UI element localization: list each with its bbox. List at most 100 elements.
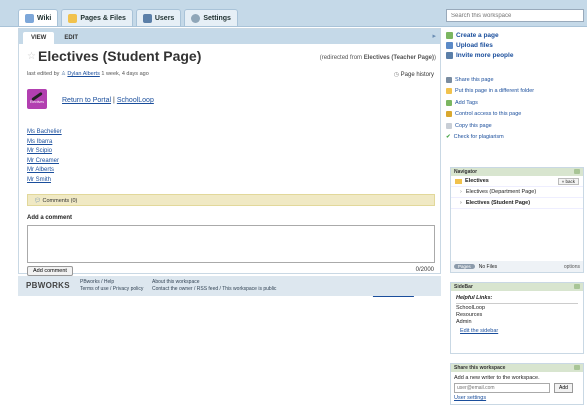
add-comment-label: Add a comment <box>27 215 73 221</box>
tab-label: Settings <box>203 14 231 22</box>
page-title: Electives (Student Page) <box>38 48 202 64</box>
helpful-links-heading: Helpful Links: <box>456 294 578 304</box>
control-access-link[interactable]: Control access to this page <box>446 109 584 121</box>
collapse-icon[interactable] <box>574 284 580 289</box>
footer-col-help: PBworks / Help Terms of use / Privacy po… <box>80 279 143 292</box>
share-prompt: Add a new writer to the workspace. <box>454 375 540 381</box>
redirect-prefix: (redirected from <box>319 55 363 61</box>
collapse-icon[interactable] <box>574 365 580 370</box>
collapse-icon[interactable] <box>574 169 580 174</box>
comment-textarea[interactable] <box>27 225 435 263</box>
user-settings-link[interactable]: User settings <box>454 395 486 401</box>
navigator-header: Navigator <box>451 168 583 176</box>
create-page-link[interactable]: Create a page <box>446 30 584 40</box>
primary-actions: Create a page Upload files Invite more p… <box>446 30 584 60</box>
edit-sidebar-link[interactable]: Edit the sidebar <box>460 328 498 334</box>
teacher-link[interactable]: Ms Ibarra <box>27 138 62 148</box>
folder-name: Electives <box>465 178 489 184</box>
navigator-widget: Navigator Electives « back Electives (De… <box>450 167 584 273</box>
action-label: Put this page in a different folder <box>455 88 535 95</box>
schoolloop-link[interactable]: SchoolLoop <box>117 97 154 104</box>
add-tags-link[interactable]: Add Tags <box>446 97 584 109</box>
action-label: Share this page <box>455 76 494 83</box>
view-edit-tabs: VIEW EDIT ▸ <box>19 29 440 44</box>
comments-toggle[interactable]: 💬︎ Comments (0) <box>27 194 435 206</box>
comment-icon: 💬︎ <box>34 198 41 204</box>
share-page-link[interactable]: Share this page <box>446 74 584 86</box>
tab-settings[interactable]: Settings <box>184 9 238 26</box>
tab-label: Users <box>154 14 175 22</box>
navigator-footer: Pages No Files options <box>451 261 583 272</box>
title-row: ☆ Electives (Student Page) (redirected f… <box>19 44 440 68</box>
star-icon[interactable]: ☆ <box>27 51 36 62</box>
action-label: Copy this page <box>455 122 492 129</box>
footer-terms-link[interactable]: Terms of use / Privacy policy <box>80 286 143 293</box>
upload-files-link[interactable]: Upload files <box>446 40 584 50</box>
add-writer-button[interactable]: Add <box>554 383 573 393</box>
clock-icon: ◷ <box>393 72 399 78</box>
files-tab[interactable]: No Files <box>479 264 497 270</box>
last-edited-user[interactable]: Dylan Alberts <box>67 71 99 77</box>
footer-contact-link[interactable]: Contact the owner / RSS feed / This work… <box>152 286 276 293</box>
invite-people-link[interactable]: Invite more people <box>446 50 584 60</box>
last-edited-time: 1 week, 4 days ago <box>101 71 149 77</box>
page-actions: Share this page Put this page in a diffe… <box>446 74 584 143</box>
email-field[interactable] <box>454 383 550 393</box>
users-icon <box>142 13 152 23</box>
navigator-item[interactable]: Electives (Student Page) <box>451 198 583 209</box>
action-label: Control access to this page <box>455 111 522 118</box>
navigator-title: Navigator <box>454 169 478 175</box>
move-folder-link[interactable]: Put this page in a different folder <box>446 86 584 98</box>
navigator-item[interactable]: Electives (Department Page) <box>451 187 583 198</box>
back-button[interactable]: « back <box>557 177 579 185</box>
teacher-link[interactable]: Mr Scipio <box>27 147 62 157</box>
teacher-link[interactable]: Mr Creamer <box>27 157 62 167</box>
tab-users[interactable]: Users <box>135 9 182 26</box>
page-add-icon <box>446 31 453 39</box>
tab-pages-files[interactable]: Pages & Files <box>61 9 133 26</box>
sidebar-title: SideBar <box>454 284 473 290</box>
share-body: Add a new writer to the workspace. Add U… <box>451 372 583 404</box>
check-icon: ✔ <box>446 134 451 141</box>
tab-wiki[interactable]: Wiki <box>18 9 59 26</box>
search-input[interactable] <box>446 9 584 22</box>
tab-view[interactable]: VIEW <box>23 32 55 44</box>
teacher-link[interactable]: Mr Alberts <box>27 166 62 176</box>
link-separator: | <box>113 97 115 104</box>
tab-label: Pages & Files <box>80 14 126 22</box>
action-label: Upload files <box>456 41 493 49</box>
sidebar-body: Helpful Links: SchoolLoop Resources Admi… <box>451 291 583 338</box>
sidebar-header: SideBar <box>451 283 583 291</box>
comments-label: Comments (0) <box>42 198 78 204</box>
users-icon <box>446 51 453 59</box>
collapse-arrow-icon[interactable]: ▸ <box>432 32 436 40</box>
sidebar-link[interactable]: Resources <box>456 312 578 319</box>
folder-icon <box>68 13 78 23</box>
action-label: Invite more people <box>456 51 514 59</box>
return-to-portal-link[interactable]: Return to Portal <box>62 97 111 104</box>
top-bar: Wiki Pages & Files Users Settings <box>0 0 587 27</box>
check-plagiarism-link[interactable]: ✔ Check for plagiarism <box>446 132 584 144</box>
copy-icon <box>446 122 452 129</box>
share-icon <box>446 76 452 83</box>
options-link[interactable]: options <box>564 264 580 270</box>
pbworks-logo: PBWORKS <box>26 281 70 290</box>
tab-edit[interactable]: EDIT <box>56 32 86 44</box>
teacher-link[interactable]: Mr Smith <box>27 176 62 186</box>
navigator-folder[interactable]: Electives « back <box>451 176 583 187</box>
folder-icon <box>446 88 452 95</box>
add-comment-button[interactable]: Add comment <box>27 266 73 276</box>
folder-icon <box>455 178 462 184</box>
page-history-link[interactable]: ◷ Page history <box>394 71 434 78</box>
action-label: Add Tags <box>455 99 478 106</box>
teacher-list: Ms Bachelier Ms Ibarra Mr Scipio Mr Crea… <box>27 128 62 185</box>
redirect-page: Electives (Teacher Page) <box>363 55 434 61</box>
copy-page-link[interactable]: Copy this page <box>446 120 584 132</box>
sidebar-link[interactable]: SchoolLoop <box>456 305 578 312</box>
sidebar-link[interactable]: Admin <box>456 319 578 326</box>
teacher-link[interactable]: Ms Bachelier <box>27 128 62 138</box>
share-title: Share this workspace <box>454 365 506 371</box>
gear-icon <box>191 13 201 23</box>
pages-tab[interactable]: Pages <box>454 264 475 269</box>
redirect-notice: (redirected from Electives (Teacher Page… <box>320 55 436 61</box>
